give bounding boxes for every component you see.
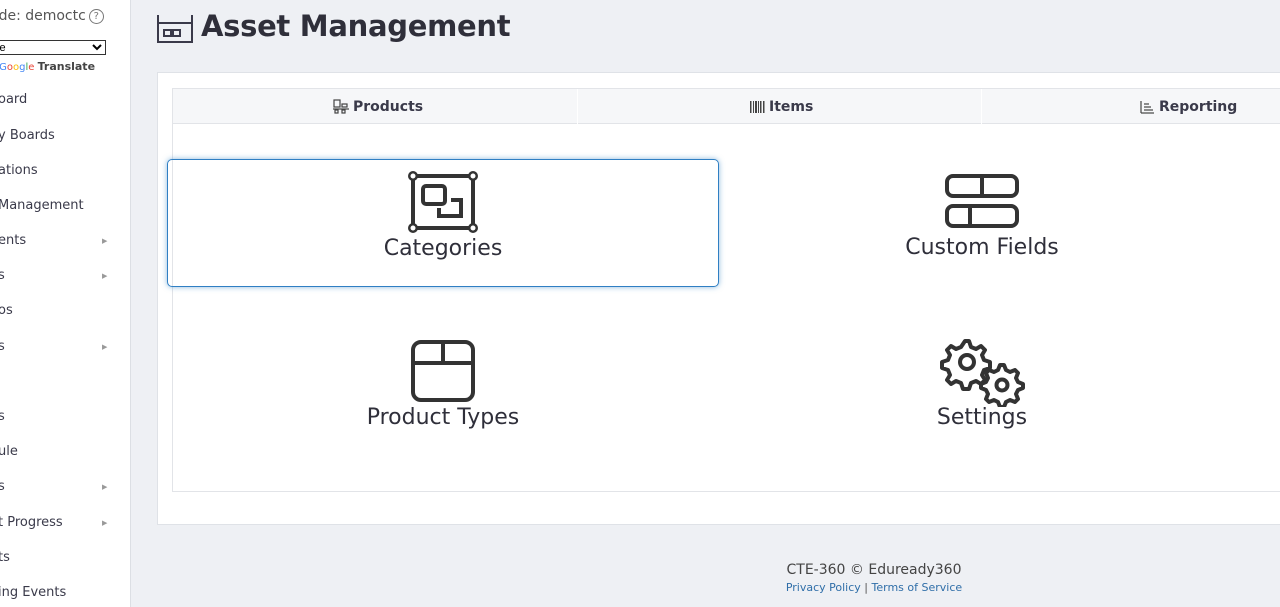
sidebar-item-boards[interactable]: y Boards — [0, 126, 55, 146]
sidebar-item-label: ations — [0, 163, 38, 178]
gears-icon — [940, 339, 1025, 407]
sidebar-item-9[interactable]: s — [0, 407, 5, 427]
sidebar-item-label: s — [0, 339, 5, 354]
privacy-policy-link[interactable]: Privacy Policy — [786, 581, 861, 594]
settings-card[interactable]: Settings — [706, 329, 1258, 457]
card-label: Settings — [936, 405, 1028, 430]
custom-fields-icon — [945, 174, 1019, 228]
sidebar-item-progress[interactable]: t Progress ▶ — [0, 513, 128, 533]
tab-divider — [981, 89, 982, 125]
caret-right-icon: ▶ — [102, 272, 108, 280]
product-types-card[interactable]: Product Types — [167, 329, 719, 457]
asset-management-icon — [157, 15, 193, 43]
box-icon — [411, 340, 475, 402]
school-code: ode: democtc? — [0, 8, 104, 24]
sidebar-item-asset-management[interactable]: Management — [0, 196, 84, 216]
sidebar-item-label: ule — [0, 444, 18, 459]
sidebar-item-5[interactable]: s▶ — [0, 266, 128, 286]
sidebar-item-11[interactable]: s▶ — [0, 477, 128, 497]
translate-link[interactable]: Translate — [38, 60, 95, 73]
sidebar-item-label: os — [0, 303, 13, 318]
powered-by-google-translate: y Google Translate — [0, 60, 95, 73]
terms-of-service-link[interactable]: Terms of Service — [872, 581, 963, 594]
caret-right-icon: ▶ — [102, 343, 108, 351]
caret-right-icon: ▶ — [102, 519, 108, 527]
language-select[interactable]: guage — [0, 40, 106, 55]
caret-right-icon: ▶ — [102, 483, 108, 491]
school-code-label: ode: democtc — [0, 8, 86, 24]
categories-icon — [408, 171, 478, 233]
footer-copyright: CTE-360 © Eduready360 — [786, 562, 962, 578]
tab-label: Items — [769, 99, 814, 115]
sidebar-item-label: ents — [0, 233, 27, 248]
footer-links: Privacy Policy | Terms of Service — [0, 581, 1280, 594]
tab-divider — [577, 89, 578, 125]
products-icon — [333, 99, 349, 114]
sidebar-item-label: t Progress — [0, 515, 63, 530]
sidebar: ode: democtc? guage y Google Translate o… — [0, 0, 131, 607]
sidebar-item-label: Management — [0, 198, 84, 213]
sidebar-item-label: s — [0, 479, 5, 494]
help-icon[interactable]: ? — [88, 9, 104, 24]
sidebar-item-label: s — [0, 268, 5, 283]
google-logo: Google — [0, 62, 35, 73]
footer-separator: | — [864, 581, 869, 594]
tab-label: Reporting — [1159, 99, 1238, 115]
card-label: Categories — [383, 236, 503, 261]
tab-label: Products — [353, 99, 424, 115]
sidebar-item-6[interactable]: os — [0, 301, 13, 321]
sidebar-item-locations[interactable]: ations — [0, 161, 38, 181]
tab-reporting[interactable]: Reporting — [1140, 89, 1237, 125]
barcode-icon — [750, 101, 765, 113]
reporting-icon — [1140, 101, 1154, 114]
tab-items[interactable]: Items — [750, 89, 813, 125]
sidebar-item-dashboard[interactable]: oard — [0, 90, 27, 110]
sidebar-item-label: s — [0, 409, 5, 424]
sidebar-item-label: y Boards — [0, 128, 55, 143]
page-title: Asset Management — [201, 9, 511, 43]
sidebar-item-schedule[interactable]: ule — [0, 442, 18, 462]
caret-right-icon: ▶ — [102, 237, 108, 245]
card-label: Product Types — [366, 405, 520, 430]
tab-bar: Products Items Reporting — [172, 88, 1280, 125]
tab-products[interactable]: Products — [333, 89, 423, 125]
custom-fields-card[interactable]: Custom Fields — [706, 159, 1258, 287]
sidebar-item-label: oard — [0, 92, 28, 107]
sidebar-item-students[interactable]: ents ▶ — [0, 231, 128, 251]
card-label: Custom Fields — [905, 235, 1059, 260]
categories-card[interactable]: Categories — [167, 159, 719, 287]
sidebar-item-7[interactable]: s▶ — [0, 337, 128, 357]
